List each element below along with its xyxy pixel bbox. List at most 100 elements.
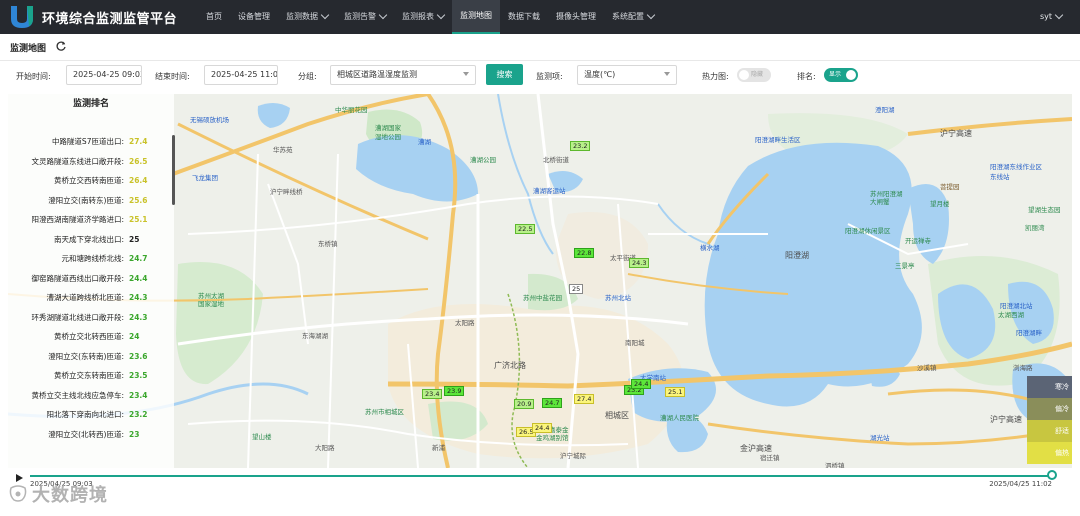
monitor-item-label: 监测项:	[536, 72, 563, 81]
ranking-site-name: 南天成下穿北线出口:	[53, 234, 124, 244]
ranking-value: 23.5	[129, 371, 148, 380]
group-select-value: 相城区道路温湿度监测	[337, 70, 417, 79]
ranking-site-name: 阳北落下穿南向北进口:	[46, 410, 124, 419]
map-place-label: 横水湖	[700, 244, 720, 252]
nav-data-download[interactable]: 数据下载	[500, 0, 548, 34]
map-place-label: 东海湖湖	[302, 332, 328, 340]
ranking-row[interactable]: 阳澄西湖南隧道济学路进口: 25.1	[8, 211, 168, 229]
nav-camera-management-label: 摄像头管理	[556, 12, 596, 21]
map-place-label: 沪宁高速	[940, 129, 972, 138]
group-label: 分组:	[298, 72, 317, 81]
ranking-row[interactable]: 阳北落下穿南向北进口: 23.2	[8, 406, 168, 424]
map-place-label: 东线站	[990, 173, 1010, 181]
ranking-row[interactable]: 黄桥立交东转南匝道: 23.5	[8, 367, 168, 385]
sensor-marker[interactable]: 24.4	[532, 423, 553, 433]
ranking-value: 23.2	[129, 410, 148, 419]
ranking-site-name: 环秀湖隧道北线进口敞开段:	[31, 312, 124, 322]
nav-monitoring-map[interactable]: 监测地图	[452, 0, 500, 34]
map-place-label: 沪宁城际	[560, 452, 586, 460]
nav-monitoring-map-label: 监测地图	[460, 11, 492, 20]
sensor-marker[interactable]: 24.3	[629, 258, 650, 268]
ranking-site-name: 漕湖大道跨线桥北匝道:	[46, 293, 124, 302]
heatmap-label: 热力图:	[702, 72, 729, 81]
heatmap-toggle[interactable]: 隐藏	[737, 68, 771, 82]
ranking-value: 27.4	[129, 137, 148, 146]
sensor-marker[interactable]: 24.4	[631, 379, 652, 389]
nav-home[interactable]: 首页	[198, 0, 230, 34]
sensor-marker[interactable]: 25	[569, 284, 584, 294]
nav-camera-management[interactable]: 摄像头管理	[548, 0, 604, 34]
sensor-marker[interactable]: 20.9	[514, 399, 535, 409]
watermark-text: 大数跨境	[32, 485, 108, 506]
ranking-scrollbar[interactable]	[172, 135, 175, 205]
ranking-row[interactable]: 澄阳立交(东转南)匝道: 23.6	[8, 348, 168, 366]
main-nav: 首页 设备管理 监测数据 监测告警 监测报表 监测地图 数据下载 摄像头管理 系…	[198, 0, 662, 34]
ranking-row[interactable]: 南天成下穿北线出口: 25	[8, 231, 168, 249]
map-place-label: 苏州中盐花园	[523, 294, 562, 302]
logo-icon	[11, 6, 33, 28]
nav-system-config[interactable]: 系统配置	[604, 0, 662, 34]
ranking-site-name: 澄阳立交(北转西)匝道:	[48, 429, 124, 439]
group-select[interactable]: 相城区道路温湿度监测	[330, 65, 476, 85]
nav-monitoring-alarm[interactable]: 监测告警	[336, 0, 394, 34]
ranking-value: 25.1	[129, 215, 148, 224]
rank-toggle-text: 显示	[829, 71, 842, 78]
end-time-label: 结束时间:	[155, 72, 190, 81]
map-place-label: 新浦	[432, 444, 445, 452]
ranking-row[interactable]: 御窑路隧道西线出口敞开段: 24.4	[8, 270, 168, 288]
rank-label: 排名:	[797, 72, 816, 81]
ranking-row[interactable]: 黄桥立交主线北线应急停车: 23.4	[8, 387, 168, 405]
ranking-row[interactable]: 漕湖大道跨线桥北匝道: 24.3	[8, 289, 168, 307]
map-place-label: 望山楼	[252, 433, 272, 441]
start-time-label: 开始时间:	[16, 72, 51, 81]
map-place-label: 北桥街道	[543, 156, 569, 164]
sensor-marker[interactable]: 27.4	[574, 394, 595, 404]
map-place-label: 三景亭	[895, 262, 915, 270]
ranking-row[interactable]: 文灵路隧道东线进口敞开段: 26.5	[8, 153, 168, 171]
map-place-label: 东桥镇	[318, 240, 338, 248]
map-place-label: 湿地公园	[375, 133, 401, 141]
legend-item: 偏冷	[1027, 398, 1072, 420]
ranking-row[interactable]: 元和塘跨线桥北线: 24.7	[8, 250, 168, 268]
map-place-label: 漕湖人民医院	[660, 414, 699, 422]
ranking-value: 25	[129, 234, 140, 244]
sensor-marker[interactable]: 24.7	[542, 398, 563, 408]
ranking-row[interactable]: 中路隧道S7匝道出口: 27.4	[8, 133, 168, 151]
search-button[interactable]: 搜索	[486, 64, 523, 85]
user-menu[interactable]: syt	[1039, 0, 1064, 34]
username: syt	[1039, 12, 1052, 21]
nav-monitoring-data[interactable]: 监测数据	[278, 0, 336, 34]
nav-monitoring-report[interactable]: 监测报表	[394, 0, 452, 34]
end-time-input[interactable]: 2025-04-25 11:02	[204, 65, 278, 85]
ranking-row[interactable]: 澄阳立交(北转西)匝道: 23	[8, 426, 168, 444]
sensor-marker[interactable]: 23.2	[570, 141, 591, 151]
ranking-row[interactable]: 环秀湖隧道北线进口敞开段: 24.3	[8, 309, 168, 327]
map-place-label: 沪宁畔线桥	[270, 188, 303, 196]
map-place-label: 南阳城	[625, 339, 645, 347]
ranking-site-name: 文灵路隧道东线进口敞开段:	[31, 156, 124, 166]
sensor-marker[interactable]: 23.9	[444, 386, 465, 396]
monitor-item-select[interactable]: 温度(℃)	[577, 65, 677, 85]
chevron-down-icon	[646, 10, 656, 20]
ranking-site-name: 元和塘跨线桥北线:	[61, 254, 124, 263]
ranking-row[interactable]: 澄阳立交(南转东)匝道: 25.6	[8, 192, 168, 210]
nav-device-management[interactable]: 设备管理	[230, 0, 278, 34]
toggle-knob	[846, 70, 856, 80]
timeline-thumb[interactable]	[1047, 470, 1057, 480]
map-place-label: 泗桥镇	[825, 462, 845, 468]
ranking-row[interactable]: 黄桥立交西转南匝道: 26.4	[8, 172, 168, 190]
timeline-track[interactable]	[30, 475, 1052, 477]
sensor-marker[interactable]: 22.5	[515, 224, 536, 234]
chevron-down-icon	[320, 10, 330, 20]
map-place-label: 太阳路	[455, 319, 475, 327]
start-time-input[interactable]: 2025-04-25 09:03	[66, 65, 142, 85]
refresh-icon[interactable]	[55, 40, 67, 52]
sensor-marker[interactable]: 23.4	[422, 389, 443, 399]
rank-toggle[interactable]: 显示	[824, 68, 858, 82]
sensor-marker[interactable]: 25.1	[665, 387, 686, 397]
heatmap-toggle-text: 隐藏	[751, 71, 764, 78]
ranking-row[interactable]: 黄桥立交北转西匝道: 24	[8, 328, 168, 346]
sensor-marker[interactable]: 22.8	[574, 248, 595, 258]
ranking-value: 24.3	[129, 312, 148, 322]
legend-item: 偏热	[1027, 442, 1072, 464]
